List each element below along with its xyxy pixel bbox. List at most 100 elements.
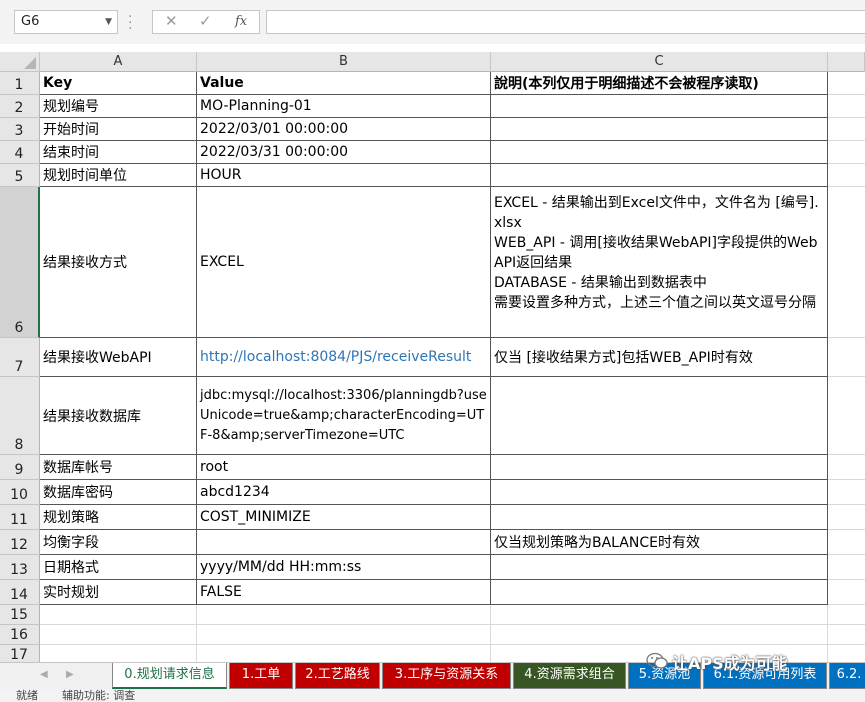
tab-scroll-left-icon[interactable]: ◀ — [40, 669, 48, 680]
cell-a14[interactable]: 实时规划 — [40, 580, 197, 605]
cell-c4[interactable] — [491, 141, 828, 164]
cell-b10[interactable]: abcd1234 — [197, 480, 491, 505]
row-header[interactable]: 1 — [0, 72, 40, 95]
cell-d2[interactable] — [828, 95, 865, 118]
cell-b9[interactable]: root — [197, 455, 491, 480]
cell-a11[interactable]: 规划策略 — [40, 505, 197, 530]
cell-c13[interactable] — [491, 555, 828, 580]
cell-b16[interactable] — [197, 625, 491, 645]
chevron-down-icon[interactable]: ▼ — [105, 11, 112, 33]
formula-input[interactable] — [266, 10, 865, 34]
cell-d13[interactable] — [828, 555, 865, 580]
drag-handle-icon[interactable]: · · · — [128, 10, 138, 36]
cell-c11[interactable] — [491, 505, 828, 530]
enter-icon[interactable]: ✓ — [199, 12, 212, 30]
cell-a2[interactable]: 规划编号 — [40, 95, 197, 118]
row-header[interactable]: 13 — [0, 555, 40, 580]
column-header-a[interactable]: A — [40, 52, 197, 72]
cell-a4[interactable]: 结束时间 — [40, 141, 197, 164]
sheet-tab-0[interactable]: 0.规划请求信息 — [112, 663, 227, 689]
cell-b4[interactable]: 2022/03/31 00:00:00 — [197, 141, 491, 164]
sheet-tab-7[interactable]: 6.2. — [829, 663, 865, 689]
column-header-c[interactable]: C — [491, 52, 828, 72]
cell-b12[interactable] — [197, 530, 491, 555]
row-header[interactable]: 5 — [0, 164, 40, 187]
cell-c15[interactable] — [491, 605, 828, 625]
cell-a9[interactable]: 数据库帐号 — [40, 455, 197, 480]
cell-c16[interactable] — [491, 625, 828, 645]
cancel-icon[interactable]: ✕ — [165, 12, 178, 30]
cell-d3[interactable] — [828, 118, 865, 141]
cell-a13[interactable]: 日期格式 — [40, 555, 197, 580]
column-header-b[interactable]: B — [197, 52, 491, 72]
cell-d8[interactable] — [828, 377, 865, 455]
cell-c3[interactable] — [491, 118, 828, 141]
cell-d16[interactable] — [828, 625, 865, 645]
cell-d12[interactable] — [828, 530, 865, 555]
row-header[interactable]: 12 — [0, 530, 40, 555]
cell-b8[interactable]: jdbc:mysql://localhost:3306/planningdb?u… — [197, 377, 491, 455]
cell-c12[interactable]: 仅当规划策略为BALANCE时有效 — [491, 530, 828, 555]
row-header[interactable]: 3 — [0, 118, 40, 141]
row-header[interactable]: 10 — [0, 480, 40, 505]
cell-a5[interactable]: 规划时间单位 — [40, 164, 197, 187]
cell-d10[interactable] — [828, 480, 865, 505]
select-all-corner[interactable] — [0, 52, 40, 72]
cell-d4[interactable] — [828, 141, 865, 164]
cell-d11[interactable] — [828, 505, 865, 530]
sheet-tab-1[interactable]: 1.工单 — [229, 663, 293, 689]
cell-a7[interactable]: 结果接收WebAPI — [40, 338, 197, 377]
sheet-tab-2[interactable]: 2.工艺路线 — [295, 663, 380, 689]
cell-d7[interactable] — [828, 338, 865, 377]
cell-c7[interactable]: 仅当 [接收结果方式]包括WEB_API时有效 — [491, 338, 828, 377]
cell-a12[interactable]: 均衡字段 — [40, 530, 197, 555]
cell-b7[interactable]: http://localhost:8084/PJS/receiveResult — [197, 338, 491, 377]
cell-d15[interactable] — [828, 605, 865, 625]
insert-function-icon[interactable]: fx — [235, 14, 247, 29]
cell-a8[interactable]: 结果接收数据库 — [40, 377, 197, 455]
row-header[interactable]: 16 — [0, 625, 40, 645]
cell-a1[interactable]: Key — [40, 72, 197, 95]
cell-a6[interactable]: 结果接收方式 — [40, 187, 197, 338]
cell-c9[interactable] — [491, 455, 828, 480]
accessibility-status[interactable]: 辅助功能: 调查 — [62, 689, 135, 702]
cell-d6[interactable] — [828, 187, 865, 338]
row-header[interactable]: 8 — [0, 377, 40, 455]
cell-b11[interactable]: COST_MINIMIZE — [197, 505, 491, 530]
cell-c8[interactable] — [491, 377, 828, 455]
cell-a3[interactable]: 开始时间 — [40, 118, 197, 141]
cell-b1[interactable]: Value — [197, 72, 491, 95]
cell-b3[interactable]: 2022/03/01 00:00:00 — [197, 118, 491, 141]
cell-c14[interactable] — [491, 580, 828, 605]
cell-c10[interactable] — [491, 480, 828, 505]
cell-b13[interactable]: yyyy/MM/dd HH:mm:ss — [197, 555, 491, 580]
cell-d1[interactable] — [828, 72, 865, 95]
cell-b14[interactable]: FALSE — [197, 580, 491, 605]
cell-c1[interactable]: 說明(本列仅用于明细描述不会被程序读取) — [491, 72, 828, 95]
row-header[interactable]: 14 — [0, 580, 40, 605]
cell-a15[interactable] — [40, 605, 197, 625]
sheet-tab-3[interactable]: 3.工序与资源关系 — [382, 663, 511, 689]
row-header[interactable]: 9 — [0, 455, 40, 480]
row-header[interactable]: 6 — [0, 187, 40, 338]
row-header[interactable]: 15 — [0, 605, 40, 625]
row-header[interactable]: 11 — [0, 505, 40, 530]
cell-c5[interactable] — [491, 164, 828, 187]
row-header[interactable]: 2 — [0, 95, 40, 118]
cell-c6[interactable]: EXCEL - 结果输出到Excel文件中，文件名为 [编号].xlsx WEB… — [491, 187, 828, 338]
cell-d5[interactable] — [828, 164, 865, 187]
cell-b15[interactable] — [197, 605, 491, 625]
cell-a16[interactable] — [40, 625, 197, 645]
cell-d9[interactable] — [828, 455, 865, 480]
cell-c2[interactable] — [491, 95, 828, 118]
cell-b5[interactable]: HOUR — [197, 164, 491, 187]
column-header-d[interactable] — [828, 52, 865, 72]
cell-d14[interactable] — [828, 580, 865, 605]
tab-scroll-right-icon[interactable]: ▶ — [66, 669, 74, 680]
sheet-tab-4[interactable]: 4.资源需求组合 — [513, 663, 626, 689]
cell-a10[interactable]: 数据库密码 — [40, 480, 197, 505]
cell-b2[interactable]: MO-Planning-01 — [197, 95, 491, 118]
cell-b6[interactable]: EXCEL — [197, 187, 491, 338]
name-box[interactable]: G6 ▼ — [14, 10, 118, 34]
row-header[interactable]: 4 — [0, 141, 40, 164]
